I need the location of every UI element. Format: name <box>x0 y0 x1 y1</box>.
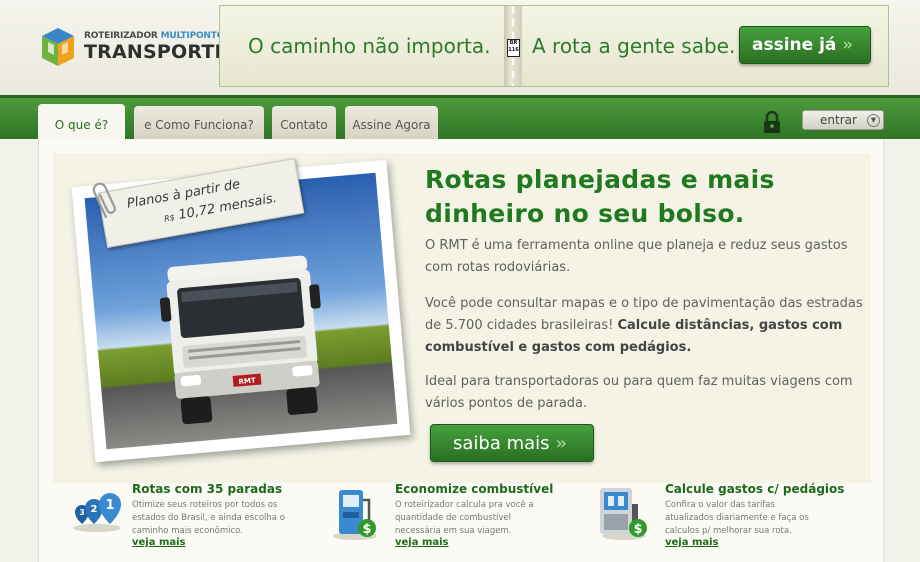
tab-o-que-e[interactable]: O que é? <box>38 104 125 142</box>
feature-link[interactable]: veja mais <box>132 537 186 548</box>
login-label: entrar <box>820 113 857 127</box>
tab-como-funciona[interactable]: e Como Funciona? <box>134 106 264 142</box>
feature-description: Otimize seus roteiros por todos os estad… <box>132 500 285 536</box>
truck-illustration: RMT <box>159 255 321 425</box>
highway-sign: BR 116 <box>507 39 520 57</box>
svg-text:1: 1 <box>105 498 114 513</box>
promo-banner[interactable]: BR 116 O caminho não importa. A rota a ge… <box>219 5 889 87</box>
feature-description: O roteirizador calcula pra você a quanti… <box>395 500 534 536</box>
main-nav: O que é? e Como Funciona? Contato Assine… <box>0 95 920 142</box>
feature-title: Economize combustível <box>395 482 554 496</box>
hero-paragraph-3: Ideal para transportadoras ou para quem … <box>425 374 853 411</box>
banner-text-left: O caminho não importa. <box>248 34 491 58</box>
learn-more-label: saiba mais <box>453 433 550 454</box>
learn-more-button[interactable]: saiba mais ›› <box>430 424 594 462</box>
chevron-right-icon: ›› <box>842 35 852 55</box>
hero-paragraph-2: Você pode consultar mapas e o tipo de pa… <box>425 296 863 355</box>
feature-title: Rotas com 35 paradas <box>132 482 283 496</box>
feature-combustivel: $ Economize combustível O roteirizador c… <box>325 482 575 562</box>
lock-icon <box>764 111 780 133</box>
route-pins-icon: 3 2 1 <box>73 493 121 532</box>
chevron-down-icon: ▼ <box>867 114 880 127</box>
svg-text:2: 2 <box>91 504 98 515</box>
svg-text:3: 3 <box>79 508 85 517</box>
fuel-pump-icon: $ <box>333 490 377 540</box>
feature-description: Confira o valor das tarifas atualizados … <box>665 500 809 536</box>
feature-link[interactable]: veja mais <box>665 537 719 548</box>
logo-name: TRANSPORTES <box>84 41 242 63</box>
tab-assine-agora[interactable]: Assine Agora <box>345 106 438 142</box>
feature-link[interactable]: veja mais <box>395 537 449 548</box>
login-dropdown[interactable]: entrar ▼ <box>802 110 884 130</box>
chevron-right-icon: ›› <box>555 433 568 454</box>
hero-title: Rotas planejadas e mais dinheiro no seu … <box>425 165 775 228</box>
feature-title: Calcule gastos c/ pedágios <box>665 482 845 496</box>
svg-text:$: $ <box>362 522 371 537</box>
subscribe-button-label: assine já <box>752 35 837 55</box>
hero-paragraph-1: O RMT é uma ferramenta online que planej… <box>425 238 848 275</box>
main-content: RMT Planos à partir de R$ 10,72 mensais.… <box>38 139 884 562</box>
tab-contato[interactable]: Contato <box>272 106 336 142</box>
site-logo[interactable]: ROTEIRIZADOR MULTIPONTO TRANSPORTES <box>40 26 241 74</box>
logo-cube-icon <box>42 28 74 66</box>
banner-text-right: A rota a gente sabe. <box>532 34 736 58</box>
logo-subtitle: ROTEIRIZADOR MULTIPONTO <box>84 31 225 41</box>
hero-section: RMT Planos à partir de R$ 10,72 mensais.… <box>53 153 871 483</box>
subscribe-button[interactable]: assine já ›› <box>739 26 871 64</box>
site-header: ROTEIRIZADOR MULTIPONTO TRANSPORTES BR 11… <box>0 0 920 95</box>
svg-text:$: $ <box>633 522 642 537</box>
feature-pedagios: $ Calcule gastos c/ pedágios Confira o v… <box>594 482 879 562</box>
feature-rotas: 3 2 1 Rotas com 35 paradas Otimize seus … <box>67 482 317 562</box>
plate-label: RMT <box>238 376 256 385</box>
toll-booth-icon: $ <box>600 488 647 540</box>
